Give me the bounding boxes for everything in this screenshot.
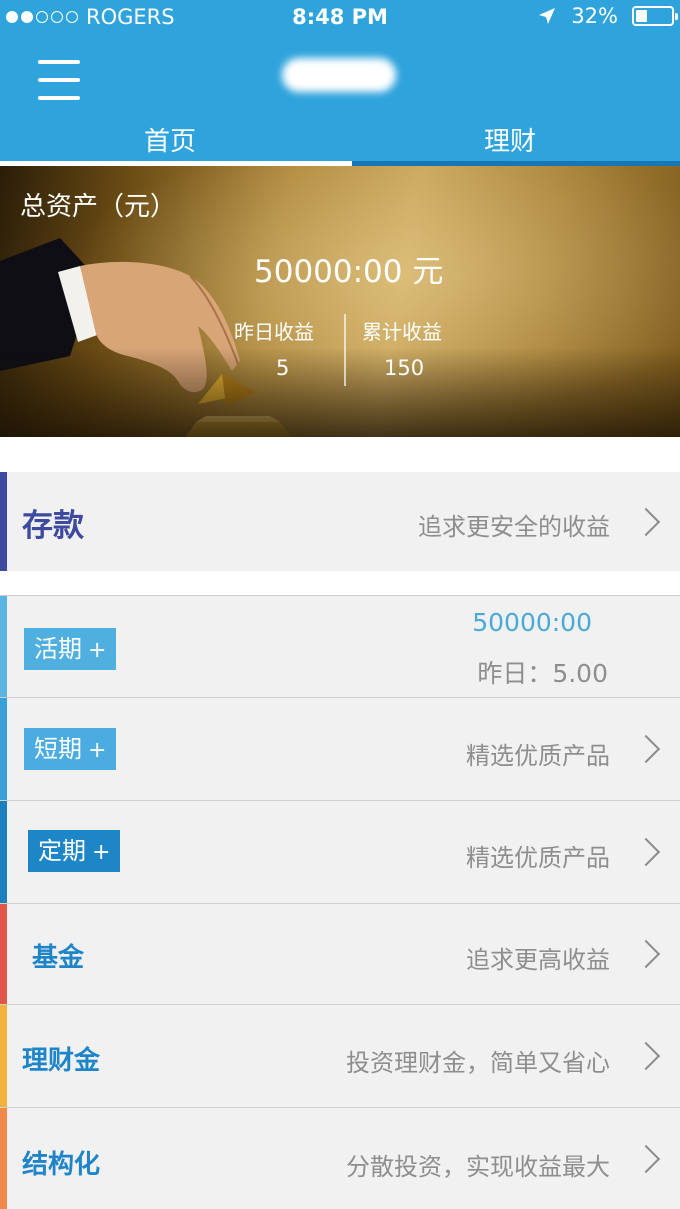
total-earnings-label: 累计收益 [362,320,442,344]
fund-desc: 追求更高收益 [466,946,610,974]
tab-wealth[interactable]: 理财 [340,120,680,166]
current-color-bar [0,596,7,697]
fixed-term-label: 定期 [38,837,86,865]
plus-icon: + [88,738,107,763]
status-bar: ROGERS 8:48 PM 32% [0,0,680,36]
battery-percent: 32% [571,4,618,28]
short-term-color-bar [0,698,7,800]
total-assets-amount: 50000:00 元 [254,254,444,290]
deposit-color-bar [0,472,7,571]
total-earnings-value: 150 [384,356,425,380]
current-yesterday: 昨日：5.00 [477,659,608,688]
total-assets-label: 总资产（元） [20,192,177,222]
chevron-right-icon [631,939,661,969]
short-term-row[interactable]: 短期 + 精选优质产品 [0,698,680,801]
fund-row[interactable]: 基金 追求更高收益 [0,904,680,1005]
short-term-chip[interactable]: 短期 + [24,728,117,770]
fixed-term-row[interactable]: 定期 + 精选优质产品 [0,801,680,904]
current-amount: 50000:00 [472,608,592,637]
chevron-right-icon [631,734,661,764]
total-assets-banner[interactable]: 总资产（元） 50000:00 元 昨日收益 累计收益 5 150 [0,166,680,437]
location-arrow-icon [539,8,556,24]
wealth-gold-color-bar [0,1005,7,1107]
spacer [0,437,680,472]
yesterday-earnings-label: 昨日收益 [234,320,314,344]
structured-title: 结构化 [22,1150,101,1180]
fund-title: 基金 [32,943,85,973]
spacer [0,571,680,595]
short-term-label: 短期 [34,735,82,763]
short-term-desc: 精选优质产品 [466,742,610,770]
structured-row[interactable]: 结构化 分散投资，实现收益最大 [0,1108,680,1209]
banner-shade [0,347,680,437]
tab-home[interactable]: 首页 [0,120,340,166]
fixed-term-chip[interactable]: 定期 + [28,830,121,872]
deposit-title: 存款 [22,508,84,544]
current-chip[interactable]: 活期 + [24,628,117,670]
app-title-obscured [282,58,396,92]
wealth-gold-row[interactable]: 理财金 投资理财金，简单又省心 [0,1005,680,1108]
structured-color-bar [0,1108,7,1209]
yesterday-earnings-value: 5 [276,356,290,380]
status-right: 32% [537,4,678,28]
banner-divider [344,314,346,386]
wealth-gold-desc: 投资理财金，简单又省心 [346,1049,610,1077]
fixed-term-desc: 精选优质产品 [466,844,610,872]
fund-color-bar [0,904,7,1004]
app-header: ROGERS 8:48 PM 32% 首页 理财 [0,0,680,166]
plus-icon: + [88,638,107,663]
current-deposit-row[interactable]: 活期 + 50000:00 昨日：5.00 [0,595,680,698]
deposit-row[interactable]: 存款 追求更安全的收益 [0,472,680,571]
current-label: 活期 [34,635,82,663]
battery-icon [632,6,678,26]
chevron-right-icon [631,1041,661,1071]
plus-icon: + [92,840,111,865]
chevron-right-icon [631,837,661,867]
menu-icon[interactable] [38,58,80,104]
deposit-desc: 追求更安全的收益 [418,513,610,541]
wealth-gold-title: 理财金 [22,1046,101,1076]
structured-desc: 分散投资，实现收益最大 [346,1153,610,1181]
chevron-right-icon [631,507,661,536]
fixed-term-color-bar [0,801,7,903]
chevron-right-icon [631,1144,661,1173]
